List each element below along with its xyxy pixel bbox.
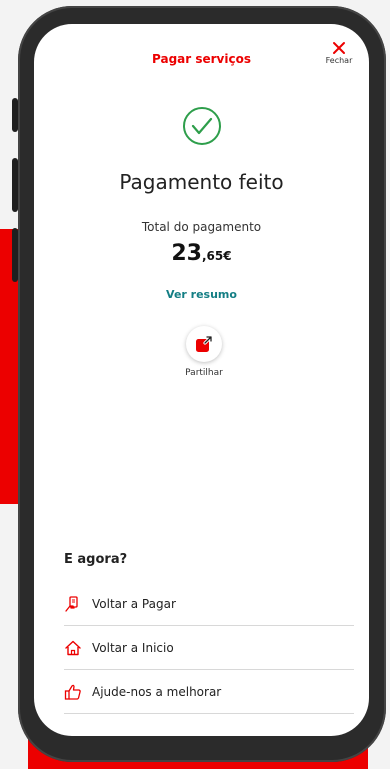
amount-integer: 23 [171, 241, 202, 266]
share-label: Partilhar [185, 368, 223, 378]
view-summary-link[interactable]: Ver resumo [34, 288, 369, 301]
close-icon [333, 42, 345, 54]
payment-hand-icon [65, 595, 78, 612]
page-title: Pagar serviços [152, 52, 251, 66]
share-circle [186, 326, 222, 362]
action-label: Ajude-nos a melhorar [92, 684, 222, 699]
thumbs-up-icon [64, 684, 81, 700]
share-button[interactable]: Partilhar [179, 326, 229, 378]
next-steps-heading: E agora? [64, 552, 128, 567]
action-label: Voltar a Inicio [92, 640, 174, 655]
close-label: Fechar [325, 56, 353, 65]
total-label: Total do pagamento [141, 220, 262, 234]
close-button[interactable]: Fechar [323, 41, 355, 65]
next-steps-list: Voltar a Pagar Voltar a Inicio Ajude-nos… [64, 582, 354, 714]
success-check-icon [183, 107, 221, 145]
action-pay-again[interactable]: Voltar a Pagar [64, 582, 354, 626]
app-screen: Pagar serviços Fechar Pagamento feito To… [34, 24, 369, 736]
stage: Pagar serviços Fechar Pagamento feito To… [0, 0, 390, 769]
action-back-home[interactable]: Voltar a Inicio [64, 626, 354, 670]
payment-done-title: Pagamento feito [119, 170, 284, 194]
action-feedback[interactable]: Ajude-nos a melhorar [64, 670, 354, 714]
action-label: Voltar a Pagar [92, 596, 176, 611]
phone-side-button [12, 158, 18, 212]
phone-side-button [12, 98, 18, 132]
home-icon [65, 640, 81, 655]
phone-side-button [12, 228, 18, 282]
share-icon [196, 335, 213, 352]
amount-decimal: ,65€ [202, 249, 232, 263]
payment-amount: 23,65€ [34, 241, 369, 266]
